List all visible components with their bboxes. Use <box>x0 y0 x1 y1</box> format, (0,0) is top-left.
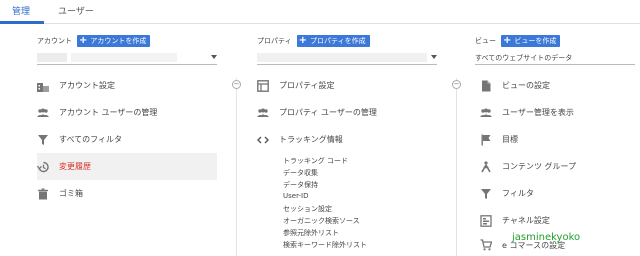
view-settings-label: ビューの設定 <box>502 81 550 90</box>
layout-icon <box>257 79 269 92</box>
account-settings-label: アカウント設定 <box>59 81 115 90</box>
plus-icon: + <box>79 35 88 46</box>
account-user-management-label: アカウント ユーザーの管理 <box>59 108 158 117</box>
column-divider <box>236 78 237 256</box>
channel-settings-label: チャネル設定 <box>502 216 550 225</box>
change-history-label: 変更履歴 <box>59 162 91 171</box>
view-settings-item[interactable]: ビューの設定 <box>480 72 635 99</box>
create-property-button[interactable]: + プロパティを作成 <box>296 35 370 47</box>
content-grouping-label: コンテンツ グループ <box>502 162 577 171</box>
filter-icon <box>37 134 49 146</box>
goals-label: 目標 <box>502 135 518 144</box>
all-filters-item[interactable]: すべてのフィルタ <box>37 126 217 153</box>
property-selector-redacted <box>257 53 427 62</box>
account-column-header: アカウント + アカウントを作成 <box>37 35 151 47</box>
property-label: プロパティ <box>257 37 292 45</box>
property-user-management-item[interactable]: プロパティ ユーザーの管理 <box>257 99 437 126</box>
create-account-button[interactable]: + アカウントを作成 <box>77 35 151 47</box>
content-grouping-item[interactable]: コンテンツ グループ <box>480 153 635 180</box>
users-icon <box>37 107 49 119</box>
trash-item[interactable]: ゴミ箱 <box>37 180 217 207</box>
view-column-header: ビュー + ビューを作成 <box>475 35 561 47</box>
flag-icon <box>480 134 492 146</box>
organic-search-sources-link[interactable]: オーガニック検索ソース <box>283 216 360 226</box>
property-settings-item[interactable]: プロパティ設定 <box>257 72 437 99</box>
tab-admin[interactable]: 管理 <box>12 4 30 17</box>
column-divider <box>456 78 457 256</box>
tracking-code-link[interactable]: トラッキング コード <box>283 156 348 166</box>
document-icon <box>480 80 492 92</box>
view-user-management-item[interactable]: ユーザー管理を表示 <box>480 99 635 126</box>
view-user-management-label: ユーザー管理を表示 <box>502 108 574 117</box>
collapse-column-icon[interactable]: − <box>452 80 461 89</box>
building-icon <box>37 80 49 92</box>
history-icon <box>37 161 49 173</box>
chevron-down-icon <box>211 55 217 59</box>
cart-icon <box>480 239 492 251</box>
active-tab-indicator <box>0 21 44 24</box>
search-term-exclusion-list-link[interactable]: 検索キーワード除外リスト <box>283 240 367 250</box>
channel-settings-item[interactable]: チャネル設定 <box>480 207 635 234</box>
view-label: ビュー <box>475 37 496 45</box>
account-user-management-item[interactable]: アカウント ユーザーの管理 <box>37 99 217 126</box>
view-filters-label: フィルタ <box>502 189 534 198</box>
property-settings-label: プロパティ設定 <box>279 81 335 90</box>
plus-icon: + <box>503 35 512 46</box>
referral-exclusion-list-link[interactable]: 参照元除外リスト <box>283 228 339 238</box>
goals-item[interactable]: 目標 <box>480 126 635 153</box>
chevron-down-icon <box>431 55 437 59</box>
collapse-column-icon[interactable]: − <box>232 80 241 89</box>
all-filters-label: すべてのフィルタ <box>59 135 122 144</box>
change-history-item[interactable]: 変更履歴 <box>37 153 217 180</box>
account-selector[interactable] <box>37 51 217 65</box>
code-icon <box>257 134 269 146</box>
tracking-info-label: トラッキング情報 <box>279 135 343 144</box>
session-settings-link[interactable]: セッション設定 <box>283 204 332 214</box>
property-column-header: プロパティ + プロパティを作成 <box>257 35 370 47</box>
user-id-link[interactable]: User-ID <box>283 192 309 200</box>
account-selector-redacted <box>37 53 67 62</box>
create-account-label: アカウントを作成 <box>90 37 147 45</box>
tab-users[interactable]: ユーザー <box>58 4 94 17</box>
filter-icon <box>480 188 492 200</box>
data-collection-link[interactable]: データ収集 <box>283 168 318 178</box>
create-property-label: プロパティを作成 <box>309 37 366 45</box>
top-tab-bar: 管理 ユーザー <box>0 0 640 24</box>
users-icon <box>480 107 492 119</box>
channel-icon <box>480 214 492 227</box>
account-settings-item[interactable]: アカウント設定 <box>37 72 217 99</box>
view-selector[interactable]: すべてのウェブサイトのデータ <box>475 51 635 65</box>
data-retention-link[interactable]: データ保持 <box>283 180 318 190</box>
account-selector-redacted-2 <box>71 53 177 62</box>
watermark-text: jasminekyoko <box>512 232 581 243</box>
property-selector[interactable] <box>257 51 437 65</box>
trash-icon <box>37 188 49 200</box>
view-filters-item[interactable]: フィルタ <box>480 180 635 207</box>
trash-label: ゴミ箱 <box>59 189 83 198</box>
account-label: アカウント <box>37 37 72 45</box>
tracking-info-item[interactable]: トラッキング情報 <box>257 126 437 153</box>
plus-icon: + <box>298 35 307 46</box>
view-selector-value: すべてのウェブサイトのデータ <box>475 54 573 62</box>
users-icon <box>257 107 269 119</box>
person-walk-icon <box>480 160 492 173</box>
create-view-label: ビューを作成 <box>514 37 557 45</box>
create-view-button[interactable]: + ビューを作成 <box>501 35 561 47</box>
property-user-management-label: プロパティ ユーザーの管理 <box>279 108 377 117</box>
